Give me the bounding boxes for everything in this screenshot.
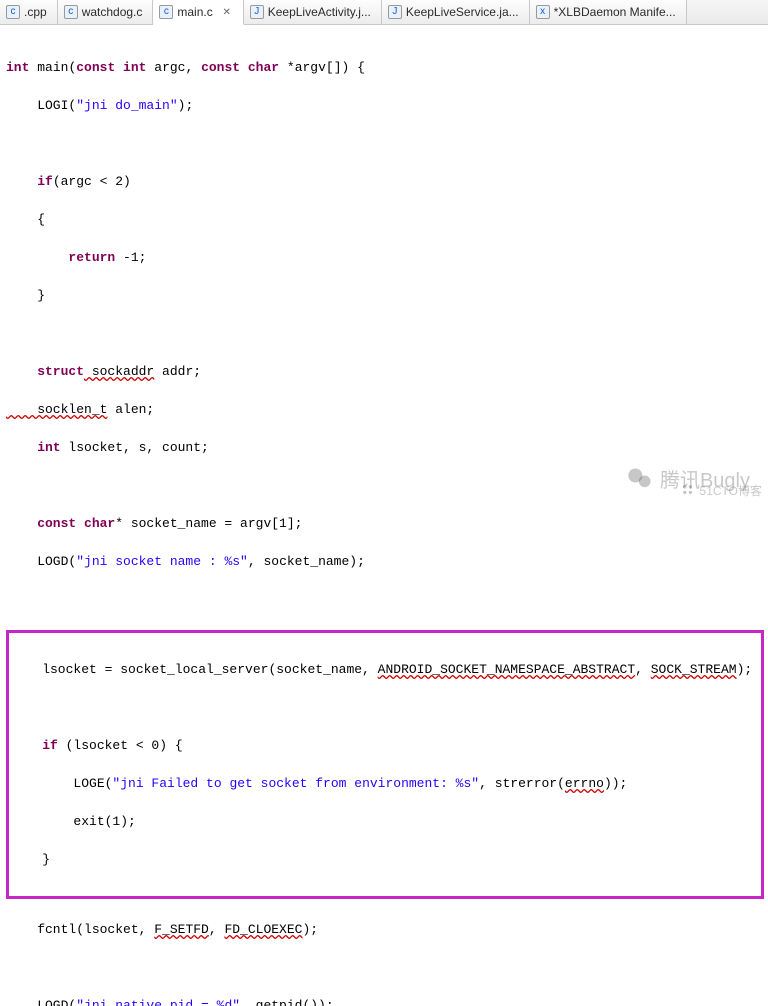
kw-const-char: const char (6, 516, 115, 531)
txt: } (9, 850, 761, 869)
highlight-box: lsocket = socket_local_server(socket_nam… (6, 630, 764, 899)
kw-if: if (11, 738, 58, 753)
txt: lsocket = socket_local_server(socket_nam… (11, 662, 378, 677)
java-file-icon: J (388, 5, 402, 19)
kw-const-int: const int (76, 60, 146, 75)
txt: )); (604, 776, 627, 791)
xml-file-icon: x (536, 5, 550, 19)
txt: , (209, 922, 225, 937)
tab-keepliveservice[interactable]: J KeepLiveService.ja... (382, 0, 530, 24)
txt: , socket_name); (248, 554, 365, 569)
tab-label: KeepLiveService.ja... (406, 5, 519, 19)
txt: (argc < 2) (53, 174, 131, 189)
txt: LOGI( (6, 98, 76, 113)
string-literal: "jni do_main" (76, 98, 177, 113)
corner-text: 51CTO博客 (700, 482, 762, 499)
tab-label: *XLBDaemon Manife... (554, 5, 676, 19)
err-sockstream: SOCK_STREAM (651, 662, 737, 677)
txt: , strerror( (479, 776, 565, 791)
kw-if: if (6, 174, 53, 189)
close-icon[interactable]: ✕ (221, 6, 233, 18)
string-literal: "jni Failed to get socket from environme… (112, 776, 479, 791)
txt: { (4, 210, 768, 229)
tab-label: KeepLiveActivity.j... (268, 5, 371, 19)
tab-xlbdaemon-manifest[interactable]: x *XLBDaemon Manife... (530, 0, 687, 24)
txt: } (4, 286, 768, 305)
tab-keepliveactivity[interactable]: J KeepLiveActivity.j... (244, 0, 382, 24)
kw-struct: struct (6, 364, 84, 379)
tab-label: watchdog.c (82, 5, 143, 19)
code-editor[interactable]: int main(const int argc, const char *arg… (0, 25, 768, 1006)
kw-const-char: const char (201, 60, 279, 75)
string-literal: "jni native pid = %d" (76, 998, 240, 1006)
c-file-icon: c (159, 5, 173, 19)
err-errno: errno (565, 776, 604, 791)
kw-int: int (6, 60, 37, 75)
corner-watermark: 51CTO博客 (682, 482, 762, 499)
txt: , getpid()); (240, 998, 334, 1006)
tab-label: main.c (177, 5, 212, 19)
txt: ); (302, 922, 318, 937)
txt: lsocket, s, count; (61, 440, 209, 455)
txt: -1; (115, 250, 146, 265)
txt: , (635, 662, 651, 677)
txt: addr; (154, 364, 201, 379)
txt: ); (737, 662, 753, 677)
string-literal: "jni socket name : %s" (76, 554, 248, 569)
err-socklen: socklen_t (6, 402, 107, 417)
txt: fcntl(lsocket, (6, 922, 154, 937)
c-file-icon: c (6, 5, 20, 19)
tab-cpp[interactable]: c .cpp (0, 0, 58, 24)
txt: argc, (146, 60, 201, 75)
err-cloexec: FD_CLOEXEC (224, 922, 302, 937)
txt: * socket_name = argv[1]; (115, 516, 302, 531)
txt: LOGD( (6, 554, 76, 569)
fn-main: main (37, 60, 68, 75)
editor-tabbar: c .cpp c watchdog.c c main.c ✕ J KeepLiv… (0, 0, 768, 25)
txt: LOGD( (6, 998, 76, 1006)
txt: alen; (107, 402, 154, 417)
txt: (lsocket < 0) { (58, 738, 183, 753)
tab-main-c[interactable]: c main.c ✕ (153, 0, 243, 25)
kw-int: int (6, 440, 61, 455)
txt: exit(1); (9, 812, 761, 831)
kw-return: return (6, 250, 115, 265)
tab-watchdog[interactable]: c watchdog.c (58, 0, 154, 24)
err-fsetfd: F_SETFD (154, 922, 209, 937)
txt: LOGE( (11, 776, 112, 791)
tab-label: .cpp (24, 5, 47, 19)
51cto-icon (682, 484, 696, 498)
txt: *argv[]) { (279, 60, 365, 75)
c-file-icon: c (64, 5, 78, 19)
err-sockaddr: sockaddr (84, 364, 154, 379)
txt: ); (178, 98, 194, 113)
err-namespace: ANDROID_SOCKET_NAMESPACE_ABSTRACT (378, 662, 635, 677)
java-file-icon: J (250, 5, 264, 19)
